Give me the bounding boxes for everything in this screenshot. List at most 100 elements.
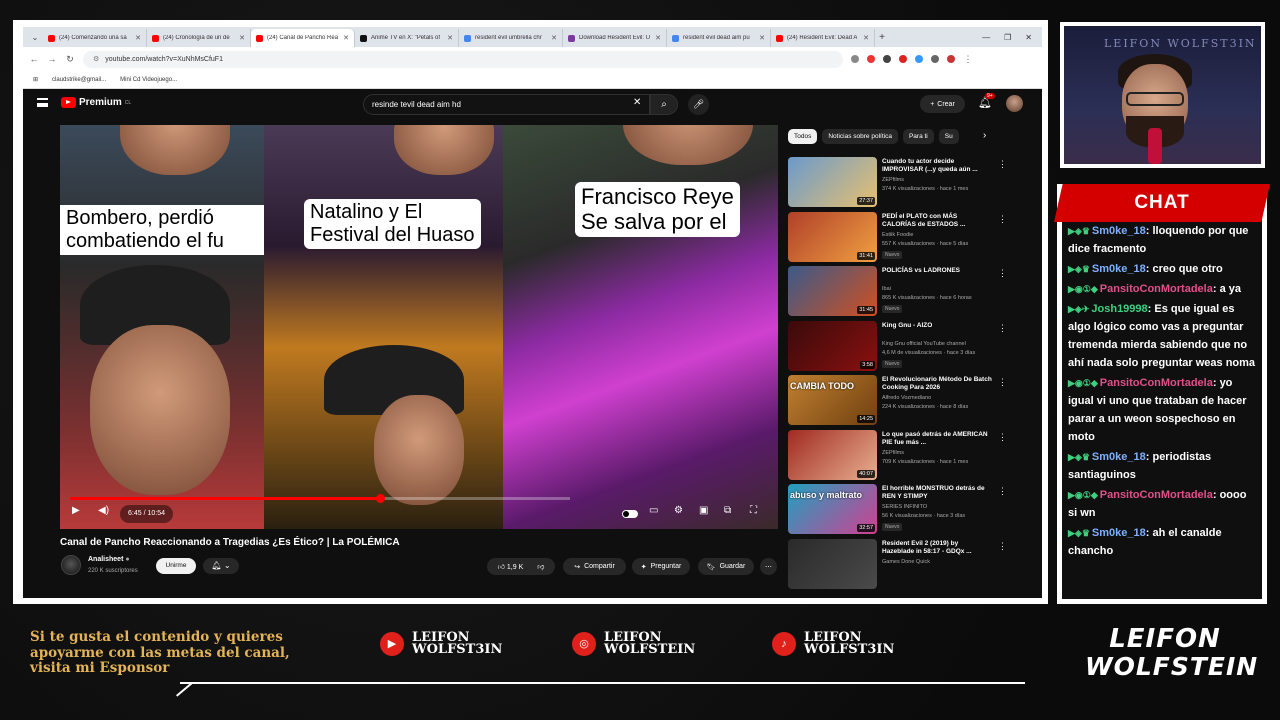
more-actions-icon[interactable]: ⋯ <box>760 558 777 575</box>
recommendation-item[interactable]: abuso y maltrato 32:57 El horrible MONSTRU… <box>788 484 1008 536</box>
new-tab-button[interactable]: + <box>875 32 889 43</box>
ask-button[interactable]: ✦ Preguntar <box>632 558 690 575</box>
play-icon[interactable]: ▶ <box>72 505 80 516</box>
search-input[interactable]: resinde tevil dead aim hd <box>363 94 650 115</box>
video-thumbnail[interactable]: 3:58 <box>788 320 877 371</box>
video-thumbnail[interactable]: 31:45 <box>788 266 877 316</box>
tab-5[interactable]: Download Resident Evil: U ✕ <box>563 29 667 47</box>
video-player[interactable]: Bombero, perdió combatiendo el fu Natali… <box>60 125 778 529</box>
volume-icon[interactable]: ◀) <box>98 505 109 516</box>
recommendation-item[interactable]: 3:58 King Gnu - AIZO King Gnu official You… <box>788 320 1008 373</box>
search-button[interactable]: ⌕ <box>650 94 678 115</box>
close-tab-icon[interactable]: ✕ <box>239 34 245 42</box>
site-info-icon[interactable]: ⚙ <box>93 55 99 63</box>
more-options-icon[interactable]: ⋮ <box>998 486 1007 497</box>
more-options-icon[interactable]: ⋮ <box>998 323 1007 334</box>
settings-gear-icon[interactable]: ⚙ <box>674 505 683 516</box>
video-thumbnail[interactable]: 40:07 <box>788 429 877 480</box>
recommendation-item[interactable]: 31:45 POLICÍAS vs LADRONES Ibai 865 K visua… <box>788 266 1008 318</box>
video-thumbnail[interactable] <box>788 538 877 589</box>
close-tab-icon[interactable]: ✕ <box>343 34 349 42</box>
tab-1[interactable]: (24) Cronología de un de ✕ <box>147 29 251 47</box>
tab-7[interactable]: (24) Resident Evil: Dead A ✕ <box>771 29 875 47</box>
create-button[interactable]: + Crear <box>920 95 965 113</box>
youtube-logo[interactable]: Premium CL <box>61 97 131 108</box>
close-tab-icon[interactable]: ✕ <box>863 34 869 42</box>
fullscreen-icon[interactable]: ⛶ <box>750 505 757 516</box>
video-thumbnail[interactable]: CAMBIA TODO 14:25 <box>788 375 877 425</box>
more-menu-icon[interactable]: ⋮ <box>963 54 973 65</box>
video-thumbnail[interactable]: abuso y maltrato 32:57 <box>788 484 877 534</box>
hamburger-menu-icon[interactable] <box>37 98 48 107</box>
tab-4[interactable]: resident evil umbrella chr ✕ <box>459 29 563 47</box>
close-tab-icon[interactable]: ✕ <box>759 34 765 42</box>
tab-3[interactable]: Anime TV en X: "Petals of ✕ <box>355 29 459 47</box>
channel-avatar[interactable] <box>61 555 81 575</box>
close-tab-icon[interactable]: ✕ <box>655 34 661 42</box>
progress-scrubber[interactable] <box>376 494 385 503</box>
url-field[interactable]: ⚙ youtube.com/watch?v=XuNhMsCfuF1 <box>83 50 843 68</box>
minimize-icon[interactable]: — <box>982 33 990 42</box>
avatar[interactable] <box>1006 95 1023 112</box>
chip-3[interactable]: Su <box>938 129 959 144</box>
chevron-right-icon[interactable]: › <box>983 130 986 141</box>
tab-6[interactable]: resident evil dead aim pu ✕ <box>667 29 771 47</box>
close-tab-icon[interactable]: ✕ <box>447 34 453 42</box>
apps-icon[interactable]: ⊞ <box>33 76 38 83</box>
reload-icon[interactable]: ↻ <box>65 54 75 65</box>
social-link[interactable]: ◎ LEIFON WOLFSTEIN <box>572 631 695 656</box>
voice-search-button[interactable]: 🎤︎ <box>688 94 709 115</box>
miniplayer-icon[interactable]: ▣ <box>699 505 708 516</box>
browser-window: ⌄ (24) Comenzando una sa ✕ (24) Cronología… <box>23 27 1042 598</box>
video-thumbnail[interactable]: 27:37 <box>788 157 877 207</box>
forward-icon[interactable]: → <box>47 54 57 64</box>
channel-name[interactable]: Analisheet ● <box>88 556 130 563</box>
profile-icon[interactable] <box>947 55 955 63</box>
more-options-icon[interactable]: ⋮ <box>998 377 1007 388</box>
recommendation-item[interactable]: 40:07 Lo que pasó detrás de AMERICAN PIE … <box>788 429 1008 482</box>
subtitles-icon[interactable]: ▭ <box>649 505 658 516</box>
extension-icon[interactable] <box>883 55 891 63</box>
recommendation-item[interactable]: 31:41 PEDÍ el PLATO con MÁS CALORÍAS de E… <box>788 211 1008 264</box>
cast-icon[interactable]: ⧉ <box>724 505 731 516</box>
join-button[interactable]: Unirme <box>156 558 196 574</box>
extension-icon[interactable] <box>931 55 939 63</box>
dislike-icon[interactable]: 👎︎ <box>537 562 544 571</box>
extension-icon[interactable] <box>851 55 859 63</box>
recommendation-item[interactable]: CAMBIA TODO 14:25 El Revolucionario Método… <box>788 375 1008 427</box>
tab-0[interactable]: (24) Comenzando una sa ✕ <box>43 29 147 47</box>
tab-list-icon[interactable]: ⌄ <box>27 33 43 42</box>
restore-icon[interactable]: ❐ <box>1004 33 1011 42</box>
close-window-icon[interactable]: ✕ <box>1025 33 1032 42</box>
chip-2[interactable]: Para ti <box>902 129 934 144</box>
chip-0[interactable]: Todos <box>788 129 818 144</box>
social-link[interactable]: ▶ LEIFON WOLFST3IN <box>380 631 502 656</box>
recommendation-item[interactable]: 27:37 Cuando tu actor decide IMPROVISAR (… <box>788 157 1008 209</box>
like-button[interactable]: 👍︎ 1,9 K <box>498 562 524 571</box>
social-link[interactable]: ♪ LEIFON WOLFST3IN <box>772 631 894 656</box>
more-options-icon[interactable]: ⋮ <box>998 541 1007 552</box>
video-thumbnail[interactable]: 31:41 <box>788 211 877 262</box>
subscription-bell-button[interactable]: 🔔︎ ⌄ <box>203 558 239 574</box>
back-icon[interactable]: ← <box>29 54 39 64</box>
more-options-icon[interactable]: ⋮ <box>998 214 1007 225</box>
autoplay-toggle[interactable] <box>622 510 638 518</box>
extension-icon[interactable] <box>915 55 923 63</box>
clear-search-icon[interactable]: ✕ <box>633 97 641 108</box>
share-button[interactable]: ↪ Compartir <box>563 558 626 575</box>
close-tab-icon[interactable]: ✕ <box>551 34 557 42</box>
more-options-icon[interactable]: ⋮ <box>998 159 1007 170</box>
tab-2[interactable]: (24) Canal de Pancho Rea ✕ <box>251 29 355 47</box>
bookmark-minicd[interactable]: Mini Cd Videojuego... <box>120 77 177 83</box>
save-button[interactable]: 🔖︎ Guardar <box>698 558 754 575</box>
bookmark-gmail[interactable]: claudstrike@gmail... <box>52 77 106 83</box>
chat-text: : creo que otro <box>1145 263 1223 275</box>
user-badges-icon: ▶◈♛ <box>1068 452 1090 462</box>
chip-1[interactable]: Noticias sobre política <box>822 129 898 144</box>
more-options-icon[interactable]: ⋮ <box>998 432 1007 443</box>
close-tab-icon[interactable]: ✕ <box>135 34 141 42</box>
recommendation-item[interactable]: Resident Evil 2 (2019) by Hazeblade in 5… <box>788 538 1008 591</box>
extension-icon[interactable] <box>867 55 875 63</box>
extension-icon[interactable] <box>899 55 907 63</box>
more-options-icon[interactable]: ⋮ <box>998 268 1007 279</box>
